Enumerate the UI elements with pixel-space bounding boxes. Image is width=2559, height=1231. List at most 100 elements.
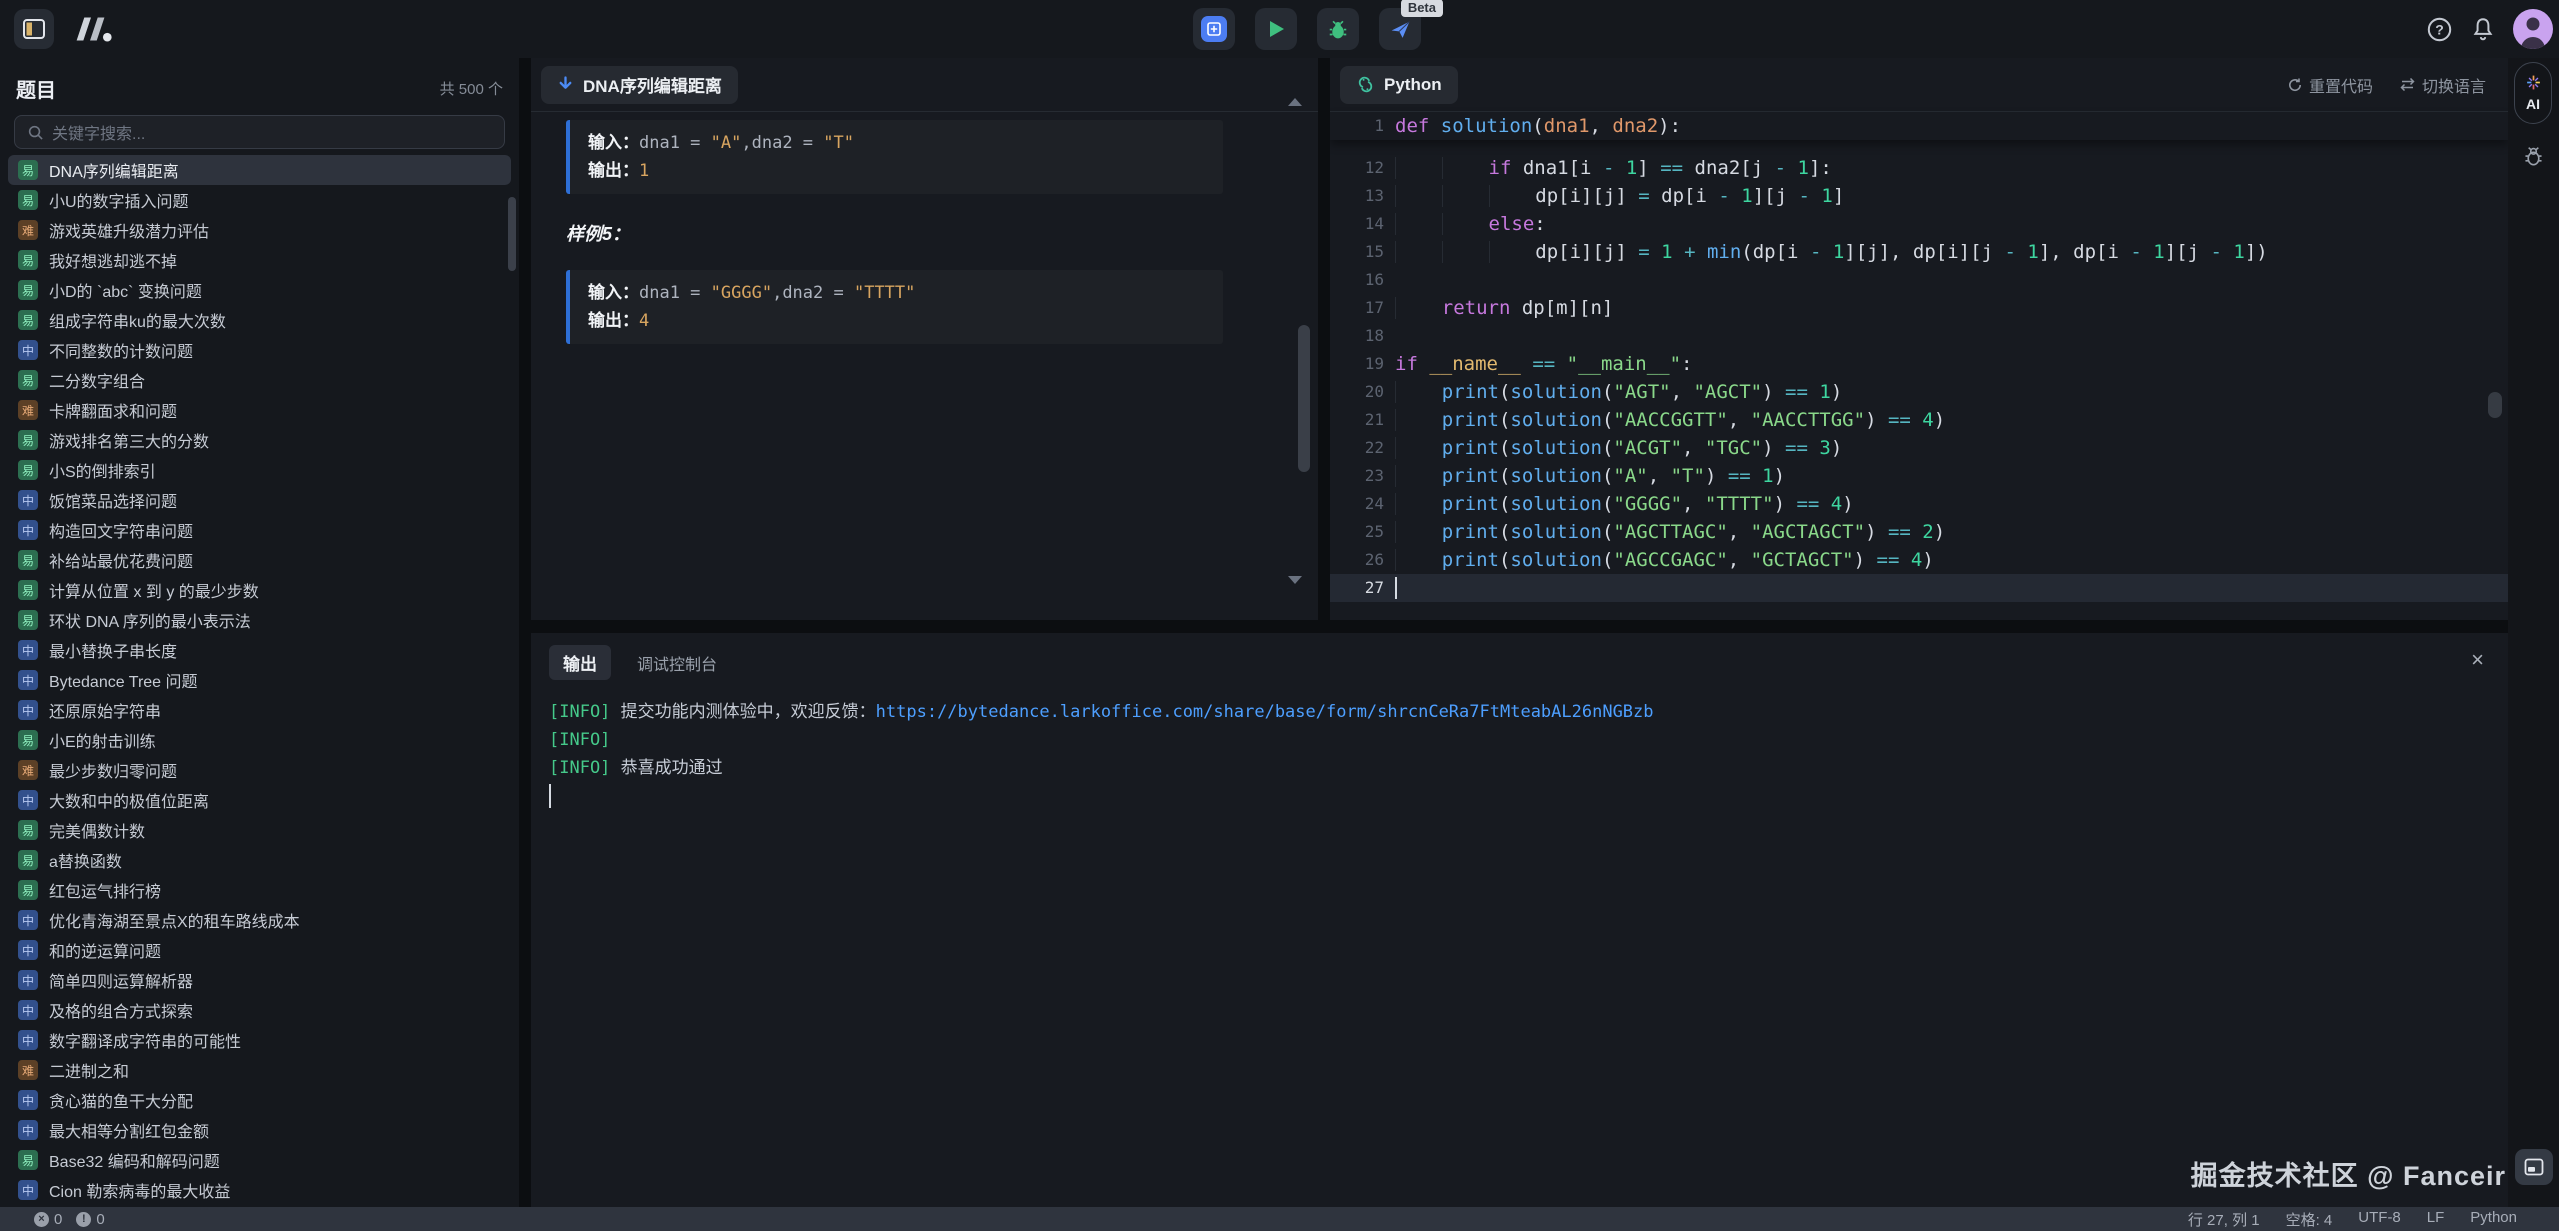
problem-sidebar: 题目 共 500 个 关键字搜索... 易DNA序列编辑距离易小U的数字插入问题… [0, 58, 519, 1207]
code-token [1673, 241, 1684, 263]
difficulty-badge: 中 [18, 910, 38, 930]
code-line[interactable]: 15 dp[i][j] = 1 + min(dp[i - 1][j], dp[i… [1330, 238, 2508, 266]
warning-circle-icon: ! [76, 1212, 91, 1227]
problem-list-item[interactable]: 易小D的 `abc` 变换问题 [8, 275, 511, 305]
problem-list-item[interactable]: 易DNA序列编辑距离 [8, 155, 511, 185]
problem-list-item[interactable]: 易环状 DNA 序列的最小表示法 [8, 605, 511, 635]
problem-list-item[interactable]: 易小U的数字插入问题 [8, 185, 511, 215]
problem-list-item[interactable]: 中不同整数的计数问题 [8, 335, 511, 365]
problem-list-item[interactable]: 中构造回文字符串问题 [8, 515, 511, 545]
code-token [1395, 213, 1442, 235]
debug-button[interactable] [1317, 8, 1359, 50]
code-line[interactable]: 22 print(solution("ACGT", "TGC") == 3) [1330, 434, 2508, 462]
code-token [1442, 157, 1489, 179]
switch-language-button[interactable]: 切换语言 [2399, 73, 2486, 97]
status-item[interactable]: 行 27, 列 1 [2188, 1209, 2260, 1230]
problem-list-item[interactable]: 中饭馆菜品选择问题 [8, 485, 511, 515]
problem-list-item[interactable]: 易完美偶数计数 [8, 815, 511, 845]
problem-list-item[interactable]: 难最少步数归零问题 [8, 755, 511, 785]
console-link[interactable]: https://bytedance.larkoffice.com/share/b… [876, 702, 1654, 722]
problem-list-item[interactable]: 中优化青海湖至景点X的租车路线成本 [8, 905, 511, 935]
submit-button[interactable]: Beta [1379, 8, 1421, 50]
problem-list-item[interactable]: 难卡牌翻面求和问题 [8, 395, 511, 425]
problem-list-item[interactable]: 中Bytedance Tree 问题 [8, 665, 511, 695]
status-item[interactable]: 空格: 4 [2286, 1209, 2333, 1230]
code-line-sticky[interactable]: 1def solution(dna1, dna2): [1330, 112, 2508, 140]
errors-status[interactable]: × 0 [34, 1211, 62, 1228]
code-line[interactable]: 26 print(solution("AGCCGAGC", "GCTAGCT")… [1330, 546, 2508, 574]
problem-list-item[interactable]: 中和的逆运算问题 [8, 935, 511, 965]
problem-list-item[interactable]: 中还原原始字符串 [8, 695, 511, 725]
code-line[interactable]: 13 dp[i][j] = dp[i - 1][j - 1] [1330, 182, 2508, 210]
problem-list-item[interactable]: 易补给站最优花费问题 [8, 545, 511, 575]
line-source: print(solution("AGCTTAGC", "AGCTAGCT") =… [1395, 518, 1945, 546]
code-line[interactable]: 18 [1330, 322, 2508, 350]
problem-scrollbar-thumb[interactable] [1298, 325, 1310, 472]
problem-list-item[interactable]: 难游戏英雄升级潜力评估 [8, 215, 511, 245]
status-item[interactable]: LF [2427, 1209, 2445, 1230]
code-editor[interactable]: 1def solution(dna1, dna2): 12 if dna1[i -… [1330, 112, 2508, 602]
problem-list-item[interactable]: 中贪心猫的鱼干大分配 [8, 1085, 511, 1115]
run-button[interactable] [1255, 8, 1297, 50]
search-input[interactable]: 关键字搜索... [14, 115, 505, 149]
problem-list-item[interactable]: 易红包运气排行榜 [8, 875, 511, 905]
problem-list-item[interactable]: 易组成字符串ku的最大次数 [8, 305, 511, 335]
problem-title: a替换函数 [49, 848, 122, 872]
scroll-down-arrow[interactable] [1288, 576, 1302, 584]
issue-report-button[interactable] [2522, 144, 2545, 172]
scroll-up-arrow[interactable] [1288, 98, 1302, 106]
console-tab-output[interactable]: 输出 [549, 645, 611, 680]
code-token: dp[i][j] [1535, 185, 1638, 207]
problem-list-item[interactable]: 易Base32 编码和解码问题 [8, 1145, 511, 1175]
notifications-bell-icon[interactable] [2470, 16, 2496, 42]
editor-scrollbar-thumb[interactable] [2488, 392, 2502, 418]
problem-list-item[interactable]: 中最小替换子串长度 [8, 635, 511, 665]
reset-code-button[interactable]: 重置代码 [2287, 73, 2373, 97]
status-item[interactable]: Python [2470, 1209, 2517, 1230]
code-line[interactable]: 16 [1330, 266, 2508, 294]
problem-list-item[interactable]: 中简单四则运算解析器 [8, 965, 511, 995]
problem-list-item[interactable]: 易小S的倒排索引 [8, 455, 511, 485]
code-line[interactable]: 23 print(solution("A", "T") == 1) [1330, 462, 2508, 490]
code-line[interactable]: 25 print(solution("AGCTTAGC", "AGCTAGCT"… [1330, 518, 2508, 546]
code-line[interactable]: 12 if dna1[i - 1] == dna2[j - 1]: [1330, 154, 2508, 182]
code-line[interactable]: 19if __name__ == "__main__": [1330, 350, 2508, 378]
problem-list-item[interactable]: 易我好想逃却逃不掉 [8, 245, 511, 275]
code-token: - [1798, 185, 1809, 207]
code-line[interactable]: 14 else: [1330, 210, 2508, 238]
code-token: 1 [1661, 241, 1672, 263]
problem-tab[interactable]: DNA序列编辑距离 [541, 66, 738, 104]
user-avatar[interactable] [2513, 9, 2553, 49]
console-close-icon[interactable]: × [2471, 649, 2484, 671]
status-item[interactable]: UTF-8 [2358, 1209, 2401, 1230]
new-button[interactable] [1193, 8, 1235, 50]
problem-list-item[interactable]: 易小E的射击训练 [8, 725, 511, 755]
problem-list-item[interactable]: 易计算从位置 x 到 y 的最少步数 [8, 575, 511, 605]
problem-list-item[interactable]: 中及格的组合方式探索 [8, 995, 511, 1025]
line-number: 15 [1330, 238, 1384, 266]
console-tab-debug[interactable]: 调试控制台 [637, 651, 717, 675]
problem-list-item[interactable]: 中大数和中的极值位距离 [8, 785, 511, 815]
ai-assistant-button[interactable]: AI [2514, 62, 2552, 124]
code-line[interactable]: 20 print(solution("AGT", "AGCT") == 1) [1330, 378, 2508, 406]
problem-list-item[interactable]: 易二分数字组合 [8, 365, 511, 395]
problem-list-item[interactable]: 易游戏排名第三大的分数 [8, 425, 511, 455]
warnings-status[interactable]: ! 0 [76, 1211, 104, 1228]
code-line[interactable]: 24 print(solution("GGGG", "TTTT") == 4) [1330, 490, 2508, 518]
code-line[interactable]: 21 print(solution("AACCGGTT", "AACCTTGG"… [1330, 406, 2508, 434]
code-line[interactable]: 27 [1330, 574, 2508, 602]
problem-list-item[interactable]: 中数字翻译成字符串的可能性 [8, 1025, 511, 1055]
sidebar-scrollbar-thumb[interactable] [508, 197, 516, 271]
sidebar-toggle-button[interactable] [14, 9, 54, 49]
problem-list-item[interactable]: 难二进制之和 [8, 1055, 511, 1085]
problem-list-item[interactable]: 中Cion 勒索病毒的最大收益 [8, 1175, 511, 1205]
language-tab-python[interactable]: Python [1340, 66, 1458, 104]
problem-list-item[interactable]: 易a替换函数 [8, 845, 511, 875]
float-window-button[interactable] [2515, 1149, 2553, 1185]
code-token: ) [1831, 437, 1842, 459]
difficulty-badge: 难 [18, 400, 38, 420]
help-icon[interactable]: ? [2426, 16, 2453, 43]
problem-list-item[interactable]: 中最大相等分割红包金额 [8, 1115, 511, 1145]
paper-plane-icon [1390, 19, 1411, 40]
code-line[interactable]: 17 return dp[m][n] [1330, 294, 2508, 322]
